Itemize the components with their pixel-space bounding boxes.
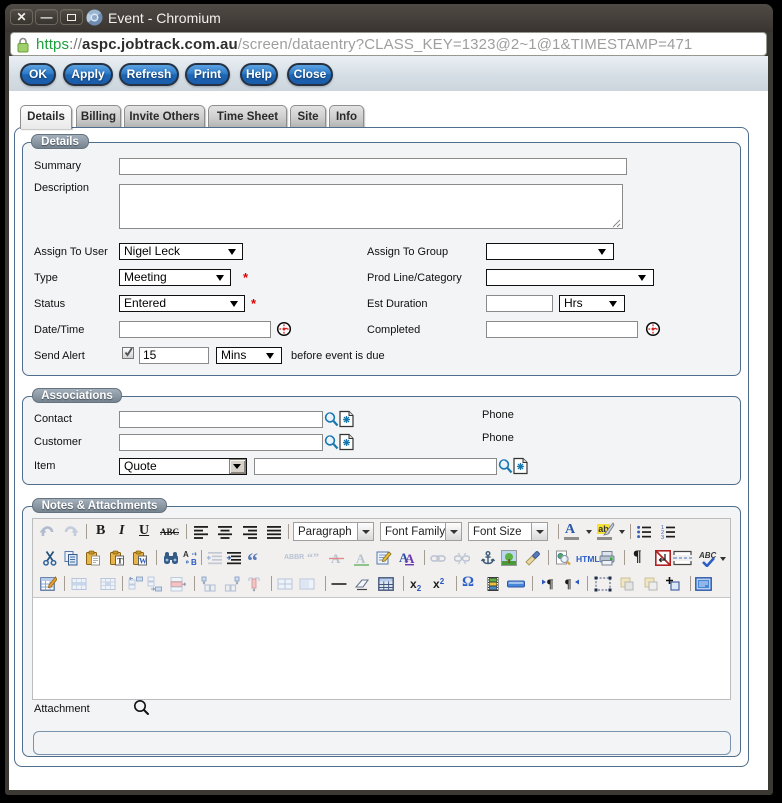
svg-text:¶: ¶ [565,576,572,591]
svg-text:3: 3 [661,535,664,540]
svg-text:A: A [183,550,189,559]
svg-text:T: T [117,557,123,566]
svg-text:A: A [405,551,415,566]
svg-text:B: B [191,558,197,566]
svg-text:¶: ¶ [547,576,554,591]
svg-text:W: W [139,557,147,566]
